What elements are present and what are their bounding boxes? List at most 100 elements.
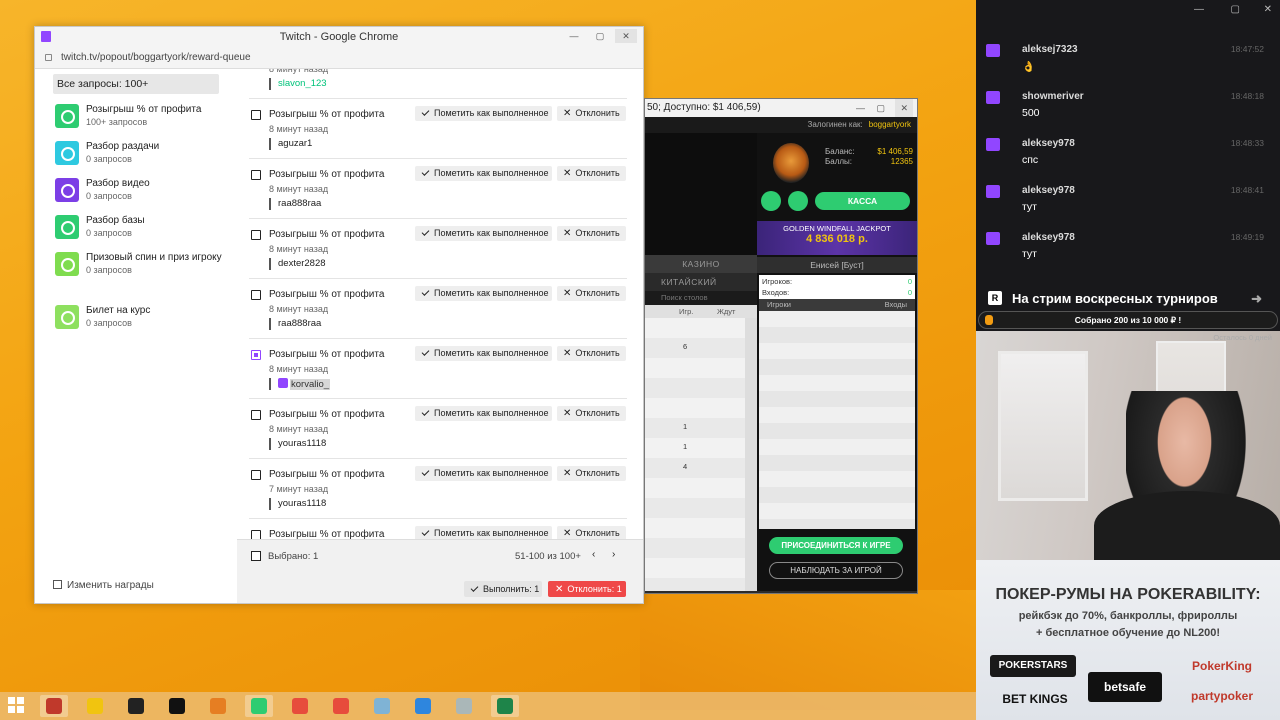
mark-done-button[interactable]: Пометить как выполненное [415, 406, 552, 421]
file-explorer-icon[interactable] [81, 695, 109, 717]
telegram-icon[interactable] [409, 695, 437, 717]
mark-done-button[interactable]: Пометить как выполненное [415, 226, 552, 241]
reward-title: Разбор базы [86, 215, 145, 226]
reward-item[interactable]: Розыгрыш % от профита 100+ запросов [55, 98, 237, 135]
request-title: Розыгрыш % от профита [269, 109, 385, 120]
request-user: raa888raa [269, 318, 321, 330]
check-icon [421, 468, 430, 476]
row-checkbox[interactable] [251, 230, 261, 240]
mark-done-button[interactable]: Пометить как выполненное [415, 106, 552, 121]
check-icon [421, 228, 430, 236]
opera-icon[interactable] [286, 695, 314, 717]
mark-done-button[interactable]: Пометить как выполненное [415, 526, 552, 539]
mark-done-button[interactable]: Пометить как выполненное [415, 166, 552, 181]
reject-label: Отклонить [575, 168, 620, 178]
lobby-table[interactable]: 6 1 1 4 [645, 318, 745, 591]
table-search-input[interactable]: Поиск столов [645, 291, 757, 305]
queue-row: Розыгрыш % от профита 8 минут назад dexter… [249, 219, 627, 279]
row-checkbox[interactable] [251, 410, 261, 420]
complete-selected-button[interactable]: Выполнить: 1 [464, 581, 542, 597]
mark-done-button[interactable]: Пометить как выполненное [415, 466, 552, 481]
tab-chinese[interactable]: КИТАЙСКИЙ [645, 273, 757, 291]
cashier-button[interactable]: КАССА [815, 192, 910, 210]
prev-page-button[interactable]: ‹ [592, 549, 595, 560]
lobby-left: КАЗИНО КИТАЙСКИЙ Поиск столов Игр. Ждут 6… [645, 133, 757, 591]
betkings-logo: BET KINGS [1002, 692, 1068, 706]
chat-username[interactable]: aleksey978 [1022, 232, 1075, 243]
reward-icon [55, 141, 79, 165]
reject-button[interactable]: ✕ Отклонить [557, 106, 626, 121]
app-icon[interactable] [204, 695, 232, 717]
tab-casino[interactable]: КАЗИНО [645, 255, 757, 273]
table-info: Игроков: 0 Входов: 0 [759, 275, 915, 299]
chat-username[interactable]: aleksey978 [1022, 185, 1075, 196]
row-checkbox[interactable] [251, 530, 261, 539]
task-app-icon[interactable] [40, 695, 68, 717]
watch-game-button[interactable]: НАБЛЮДАТЬ ЗА ИГРОЙ [769, 562, 903, 579]
reject-button[interactable]: ✕ Отклонить [557, 526, 626, 539]
row-checkbox[interactable] [251, 350, 261, 360]
select-all-checkbox[interactable] [251, 551, 261, 561]
reward-icon[interactable] [788, 191, 808, 211]
maximize-button[interactable]: ▢ [589, 29, 611, 43]
steam-icon[interactable] [163, 695, 191, 717]
poker-titlebar[interactable]: 50; Доступно: $1 406,59) — ▢ ✕ [645, 99, 917, 117]
close-button[interactable]: ✕ [895, 99, 913, 117]
maximize-button[interactable]: ▢ [876, 99, 885, 117]
notepad-icon[interactable] [450, 695, 478, 717]
minimize-button[interactable]: — [856, 99, 865, 117]
lobby-table-header: Игр. Ждут [645, 305, 757, 318]
chat-message: showmeriver 18:48:18 500 [984, 87, 1272, 133]
mark-done-button[interactable]: Пометить как выполненное [415, 346, 552, 361]
obs-icon[interactable] [122, 695, 150, 717]
reject-button[interactable]: ✕ Отклонить [557, 466, 626, 481]
reward-item[interactable]: Билет на курс 0 запросов [55, 299, 237, 336]
address-bar[interactable]: twitch.tv/popout/boggartyork/reward-queu… [35, 47, 643, 69]
gift-icon[interactable] [761, 191, 781, 211]
banner-text: На стрим воскресных турниров [1012, 291, 1218, 306]
reject-button[interactable]: ✕ Отклонить [557, 346, 626, 361]
reward-title: Разбор раздачи [86, 141, 160, 152]
edit-rewards-link[interactable]: Изменить награды [53, 580, 154, 591]
row-checkbox[interactable] [251, 170, 261, 180]
reject-button[interactable]: ✕ Отклонить [557, 286, 626, 301]
logged-label: Залогинен как: [807, 120, 863, 129]
scrollbar[interactable] [745, 318, 757, 591]
windows-start-icon[interactable] [8, 697, 24, 713]
chat-username[interactable]: aleksej7323 [1022, 44, 1078, 55]
request-time: 8 минут назад [269, 424, 329, 434]
app-icon[interactable] [327, 695, 355, 717]
reject-selected-label: Отклонить: 1 [567, 584, 622, 594]
window-titlebar[interactable]: Twitch - Google Chrome — ▢ ✕ [35, 27, 643, 47]
reject-button[interactable]: ✕ Отклонить [557, 406, 626, 421]
next-page-button[interactable]: › [612, 549, 615, 560]
chat-username[interactable]: showmeriver [1022, 91, 1084, 102]
reward-count: 0 запросов [86, 191, 132, 201]
promo-banner: ПОКЕР-РУМЫ НА POKERABILITY: рейкбэк до 7… [976, 560, 1280, 720]
request-time: 8 минут назад [269, 364, 329, 374]
chrome-icon[interactable] [245, 695, 273, 717]
row-checkbox[interactable] [251, 110, 261, 120]
all-requests-item[interactable]: Все запросы: 100+ [53, 74, 219, 94]
entries-label: Входов: [762, 288, 790, 297]
reward-item[interactable]: Разбор видео 0 запросов [55, 172, 237, 209]
row-checkbox[interactable] [251, 470, 261, 480]
close-button[interactable]: ✕ [615, 29, 637, 43]
lock-icon [45, 54, 52, 61]
reject-button[interactable]: ✕ Отклонить [557, 166, 626, 181]
rewards-sidebar: Все запросы: 100+ Розыгрыш % от профита 1… [35, 69, 237, 603]
jackpot-banner[interactable]: GOLDEN WINDFALL JACKPOT 4 836 018 р. [757, 221, 917, 255]
reject-selected-button[interactable]: ✕ Отклонить: 1 [548, 581, 626, 597]
join-game-button[interactable]: ПРИСОЕДИНИТЬСЯ К ИГРЕ [769, 537, 903, 554]
reject-button[interactable]: ✕ Отклонить [557, 226, 626, 241]
poker-client-icon[interactable] [491, 695, 519, 717]
minimize-button[interactable]: — [563, 29, 585, 43]
mark-done-button[interactable]: Пометить как выполненное [415, 286, 552, 301]
chat-username[interactable]: aleksey978 [1022, 138, 1075, 149]
row-checkbox[interactable] [251, 290, 261, 300]
reward-item[interactable]: Призовый спин и приз игроку 0 запросов [55, 246, 237, 296]
reward-item[interactable]: Разбор раздачи 0 запросов [55, 135, 237, 172]
app-icon[interactable] [368, 695, 396, 717]
lobby-right: Баланс: Баллы: $1 406,59 12365 КАССА GOLDE… [757, 133, 917, 591]
reward-item[interactable]: Разбор базы 0 запросов [55, 209, 237, 246]
